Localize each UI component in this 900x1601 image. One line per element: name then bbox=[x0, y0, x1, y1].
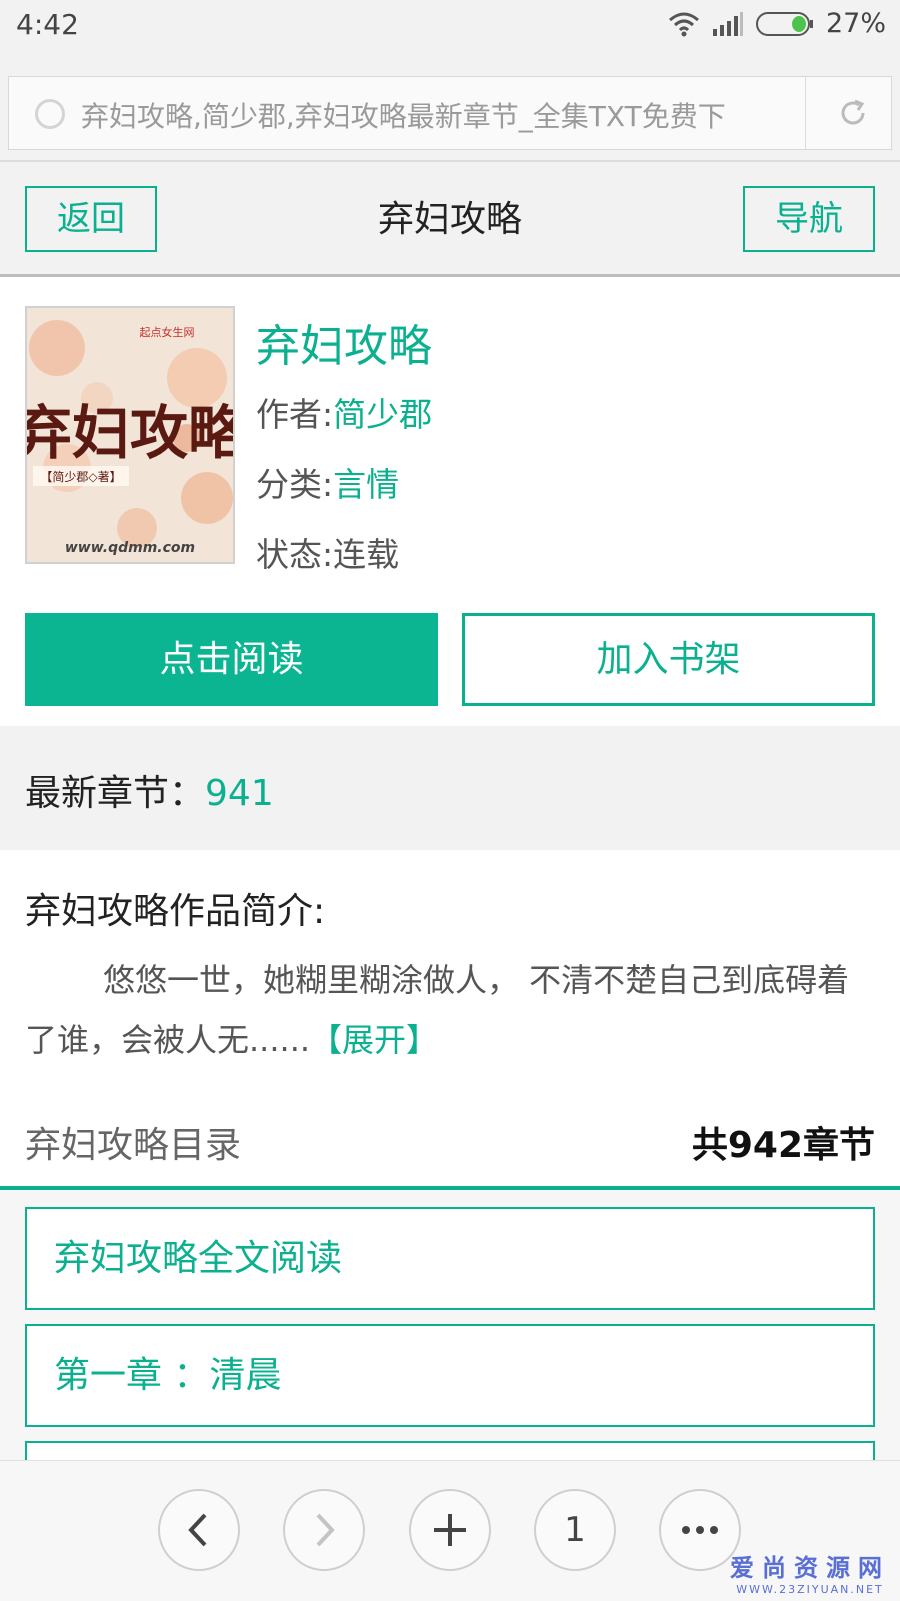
status-bar: 4:42 27% bbox=[0, 0, 900, 52]
cover-logo-text: 起点女生网 bbox=[140, 325, 195, 339]
book-category-row: 分类:言情 bbox=[256, 458, 399, 506]
page-loading-icon bbox=[35, 99, 65, 129]
forward-nav-button[interactable] bbox=[283, 1489, 365, 1571]
url-text[interactable]: 弃妇攻略,简少郡,弃妇攻略最新章节_全集TXT免费下 bbox=[81, 95, 781, 135]
refresh-icon[interactable] bbox=[837, 97, 869, 129]
cover-art: 起点女生网 弃妇攻略 【简少郡◇著】 www.qdmm.com bbox=[27, 308, 233, 562]
watermark-url: WWW.23ZIYUAN.NET bbox=[736, 1583, 884, 1596]
chapter-item[interactable]: 第一章 ：清晨 bbox=[25, 1324, 875, 1427]
watermark-title: 爱尚资源网 bbox=[730, 1554, 890, 1582]
chapter-count: 共942章节 bbox=[691, 1125, 875, 1166]
new-tab-button[interactable] bbox=[409, 1489, 491, 1571]
category-link[interactable]: 言情 bbox=[333, 465, 399, 504]
intro-text: 悠悠一世，她糊里糊涂做人， 不清不楚自己到底碍着了谁，会被人无......【展开… bbox=[25, 950, 855, 1070]
tab-count-button[interactable]: 1 bbox=[534, 1489, 616, 1571]
book-title: 弃妇攻略 bbox=[256, 321, 432, 372]
chevron-right-icon bbox=[316, 1513, 335, 1547]
book-author-row: 作者:简少郡 bbox=[256, 388, 432, 436]
intro-heading: 弃妇攻略作品简介: bbox=[25, 891, 326, 932]
author-label: 作者: bbox=[256, 395, 334, 434]
more-menu-button[interactable] bbox=[659, 1489, 741, 1571]
expand-link[interactable]: 【展开】 bbox=[310, 1021, 438, 1059]
directory-heading: 弃妇攻略目录 bbox=[25, 1125, 242, 1166]
cover-title-text: 弃妇攻略 bbox=[27, 399, 233, 467]
latest-chapter: 最新章节：941 bbox=[25, 764, 274, 816]
status-time: 4:42 bbox=[16, 8, 79, 41]
navigation-button[interactable]: 导航 bbox=[743, 186, 875, 252]
status-value: 连载 bbox=[333, 535, 400, 574]
watermark: 爱尚资源网 WWW.23ZIYUAN.NET bbox=[730, 1548, 890, 1596]
battery-percent: 27% bbox=[825, 8, 886, 39]
cover-author-tag: 【简少郡◇著】 bbox=[40, 470, 121, 484]
read-button[interactable]: 点击阅读 bbox=[25, 613, 438, 706]
page-header: 返回 弃妇攻略 导航 bbox=[0, 162, 900, 277]
chapter-item[interactable]: 弃妇攻略全文阅读 bbox=[25, 1207, 875, 1310]
category-label: 分类: bbox=[256, 465, 334, 504]
chevron-left-icon bbox=[188, 1513, 207, 1547]
back-nav-button[interactable] bbox=[158, 1489, 240, 1571]
latest-chapter-label: 最新章节： bbox=[25, 773, 206, 814]
more-dots-icon bbox=[682, 1526, 718, 1534]
browser-url-area: 弃妇攻略,简少郡,弃妇攻略最新章节_全集TXT免费下 bbox=[0, 52, 900, 162]
url-bar[interactable]: 弃妇攻略,简少郡,弃妇攻略最新章节_全集TXT免费下 bbox=[8, 76, 892, 150]
wifi-icon bbox=[669, 12, 699, 36]
book-status-row: 状态:连载 bbox=[256, 528, 399, 576]
tab-count: 1 bbox=[564, 1510, 586, 1550]
latest-chapter-link[interactable]: 941 bbox=[205, 773, 274, 814]
add-to-shelf-button[interactable]: 加入书架 bbox=[462, 613, 875, 706]
author-link[interactable]: 简少郡 bbox=[333, 395, 432, 434]
status-icons: 27% bbox=[668, 8, 886, 39]
signal-icon bbox=[712, 11, 743, 36]
latest-chapter-section: 最新章节：941 bbox=[0, 726, 900, 850]
status-label: 状态: bbox=[256, 535, 334, 574]
cover-site-text: www.qdmm.com bbox=[65, 540, 195, 556]
battery-icon bbox=[755, 11, 813, 36]
url-divider bbox=[805, 77, 806, 149]
book-cover[interactable]: 起点女生网 弃妇攻略 【简少郡◇著】 www.qdmm.com bbox=[25, 306, 235, 564]
plus-icon bbox=[434, 1514, 466, 1546]
